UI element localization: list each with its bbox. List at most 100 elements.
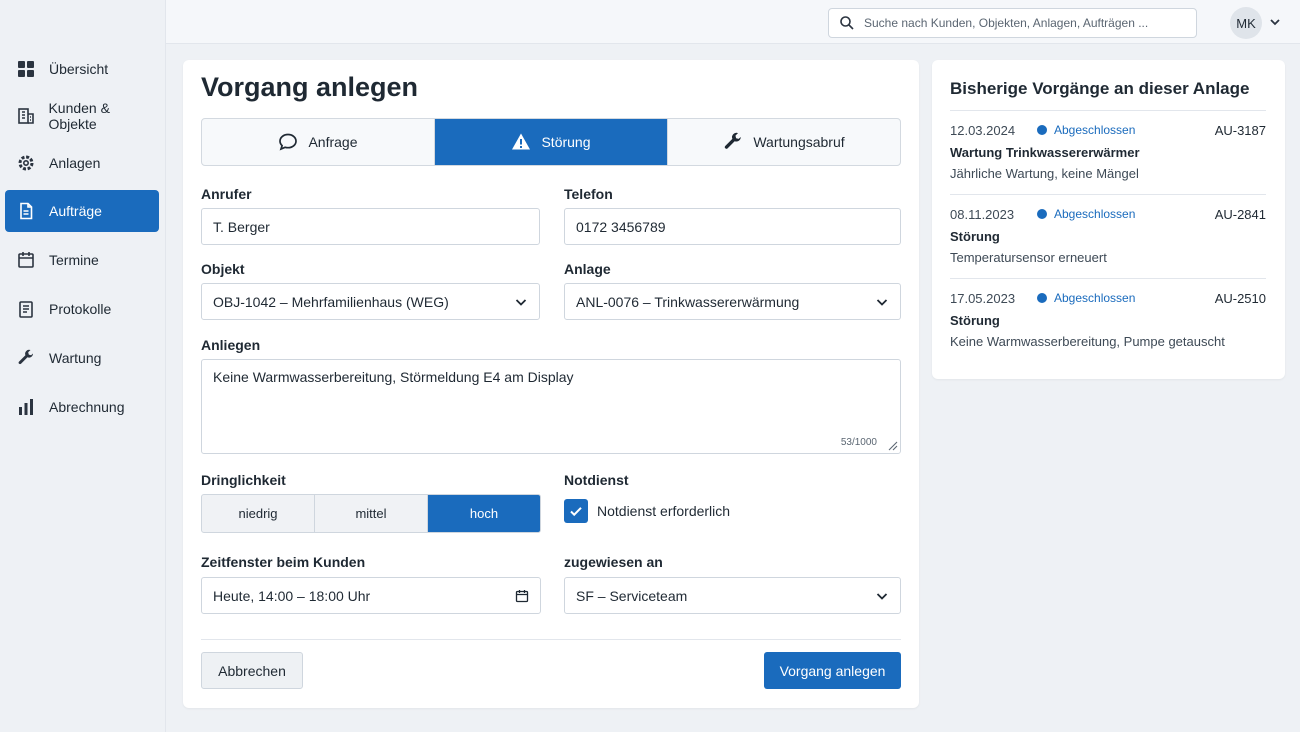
status-badge: Abgeschlossen <box>1037 291 1135 305</box>
calendar-icon[interactable] <box>515 589 529 603</box>
type-tab-wartungsabruf[interactable]: Wartungsabruf <box>668 119 900 165</box>
order-id: AU-3187 <box>1214 123 1266 138</box>
submit-button[interactable]: Vorgang anlegen <box>764 652 901 689</box>
history-date: 12.03.2024 <box>950 123 1016 138</box>
search-placeholder: Suche nach Kunden, Objekten, Anlagen, Au… <box>864 16 1149 30</box>
sidebar-item-auftraege[interactable]: Aufträge <box>5 190 159 232</box>
concern-textarea[interactable]: Keine Warmwasserbereitung, Störmeldung E… <box>201 359 901 454</box>
status-badge: Abgeschlossen <box>1037 123 1135 137</box>
history-panel: Bisherige Vorgänge an dieser Anlage 12.0… <box>932 60 1285 379</box>
urgency-selector: niedrig mittel hoch <box>201 494 541 533</box>
status-dot-icon <box>1037 209 1047 219</box>
object-label: Objekt <box>201 261 245 277</box>
history-date: 17.05.2023 <box>950 291 1016 306</box>
sidebar-item-label: Termine <box>49 252 99 268</box>
calendar-icon <box>16 250 36 270</box>
grid-icon <box>16 59 36 79</box>
sidebar-item-label: Abrechnung <box>49 399 125 415</box>
urgency-option-hoch[interactable]: hoch <box>428 495 540 532</box>
status-dot-icon <box>1037 293 1047 303</box>
system-label: Anlage <box>564 261 611 277</box>
status-label: Abgeschlossen <box>1054 123 1136 137</box>
emergency-checkbox[interactable] <box>564 499 588 523</box>
object-select[interactable]: OBJ-1042 – Mehrfamilienhaus (WEG) <box>201 283 540 320</box>
gear-icon <box>16 153 36 173</box>
history-item-description: Temperatursensor erneuert <box>950 250 1107 265</box>
cancel-button[interactable]: Abbrechen <box>201 652 303 689</box>
bar-chart-icon <box>16 397 36 417</box>
status-badge: Abgeschlossen <box>1037 207 1135 221</box>
sidebar-item-label: Anlagen <box>49 155 101 171</box>
chat-bubble-icon <box>278 132 298 152</box>
search-icon <box>839 15 855 31</box>
order-id: AU-2841 <box>1214 207 1266 222</box>
warning-icon <box>511 132 531 152</box>
caller-field[interactable]: T. Berger <box>201 208 540 245</box>
sidebar-item-wartung[interactable]: Wartung <box>5 337 159 379</box>
wrench-icon <box>16 348 36 368</box>
history-item[interactable]: 08.11.2023 Abgeschlossen AU-2841 Störung… <box>950 194 1266 278</box>
create-case-form: Vorgang anlegen Anfrage Störung Wartungs… <box>183 60 919 708</box>
type-tab-label: Störung <box>541 134 591 150</box>
caller-value: T. Berger <box>213 218 270 235</box>
chevron-down-icon[interactable] <box>1268 15 1282 29</box>
avatar[interactable]: MK <box>1230 7 1262 39</box>
sidebar: Übersicht Kunden & Objekte Anlagen Auftr… <box>0 0 166 732</box>
timewindow-field[interactable]: Heute, 14:00 – 18:00 Uhr <box>201 577 541 614</box>
assigned-value: SF – Serviceteam <box>576 587 688 604</box>
history-date: 08.11.2023 <box>950 207 1015 222</box>
clipboard-icon <box>16 299 36 319</box>
search-input[interactable]: Suche nach Kunden, Objekten, Anlagen, Au… <box>828 8 1197 38</box>
sidebar-item-uebersicht[interactable]: Übersicht <box>5 48 159 90</box>
sidebar-item-protokolle[interactable]: Protokolle <box>5 288 159 330</box>
history-item[interactable]: 17.05.2023 Abgeschlossen AU-2510 Störung… <box>950 278 1266 362</box>
type-tab-stoerung[interactable]: Störung <box>435 119 668 165</box>
sidebar-item-anlagen[interactable]: Anlagen <box>5 142 159 184</box>
concern-value: Keine Warmwasserbereitung, Störmeldung E… <box>213 369 574 385</box>
type-tab-label: Wartungsabruf <box>753 134 845 150</box>
timewindow-value: Heute, 14:00 – 18:00 Uhr <box>213 587 371 604</box>
chevron-down-icon <box>875 589 889 603</box>
type-tab-anfrage[interactable]: Anfrage <box>202 119 435 165</box>
system-select[interactable]: ANL-0076 – Trinkwassererwärmung <box>564 283 901 320</box>
sidebar-item-termine[interactable]: Termine <box>5 239 159 281</box>
history-title: Bisherige Vorgänge an dieser Anlage <box>950 79 1250 98</box>
topbar: Suche nach Kunden, Objekten, Anlagen, Au… <box>166 0 1300 44</box>
status-label: Abgeschlossen <box>1054 291 1136 305</box>
assigned-select[interactable]: SF – Serviceteam <box>564 577 901 614</box>
divider <box>201 639 901 640</box>
history-item-title: Wartung Trinkwassererwärmer <box>950 145 1140 160</box>
system-value: ANL-0076 – Trinkwassererwärmung <box>576 293 800 310</box>
phone-value: 0172 3456789 <box>576 218 666 235</box>
sidebar-item-label: Übersicht <box>49 61 109 77</box>
caller-label: Anrufer <box>201 186 252 202</box>
urgency-label: Dringlichkeit <box>201 472 286 488</box>
urgency-option-niedrig[interactable]: niedrig <box>202 495 315 532</box>
urgency-option-mittel[interactable]: mittel <box>315 495 428 532</box>
status-dot-icon <box>1037 125 1047 135</box>
sidebar-item-abrechnung[interactable]: Abrechnung <box>5 386 159 428</box>
history-item-title: Störung <box>950 313 1000 328</box>
chevron-down-icon <box>514 295 528 309</box>
sidebar-item-label: Protokolle <box>49 301 112 317</box>
sidebar-item-kunden-objekte[interactable]: Kunden & Objekte <box>5 95 159 137</box>
sidebar-item-label: Kunden & Objekte <box>48 100 110 132</box>
phone-field[interactable]: 0172 3456789 <box>564 208 901 245</box>
sidebar-item-label: Wartung <box>49 350 102 366</box>
chevron-down-icon <box>875 295 889 309</box>
history-item-description: Keine Warmwasserbereitung, Pumpe getausc… <box>950 334 1225 349</box>
checkmark-icon <box>570 507 582 517</box>
status-label: Abgeschlossen <box>1054 207 1136 221</box>
type-tab-label: Anfrage <box>308 134 358 150</box>
resize-handle-icon[interactable] <box>886 439 898 451</box>
sidebar-item-label: Aufträge <box>49 203 102 219</box>
page-title: Vorgang anlegen <box>201 72 419 102</box>
character-counter: 53/1000 <box>840 437 877 448</box>
emergency-checkbox-label[interactable]: Notdienst erforderlich <box>597 503 730 519</box>
timewindow-label: Zeitfenster beim Kunden <box>201 554 366 570</box>
assigned-label: zugewiesen an <box>564 554 663 570</box>
building-icon <box>16 106 35 126</box>
history-item[interactable]: 12.03.2024 Abgeschlossen AU-3187 Wartung… <box>950 110 1266 194</box>
phone-label: Telefon <box>564 186 613 202</box>
avatar-initials: MK <box>1236 15 1256 31</box>
